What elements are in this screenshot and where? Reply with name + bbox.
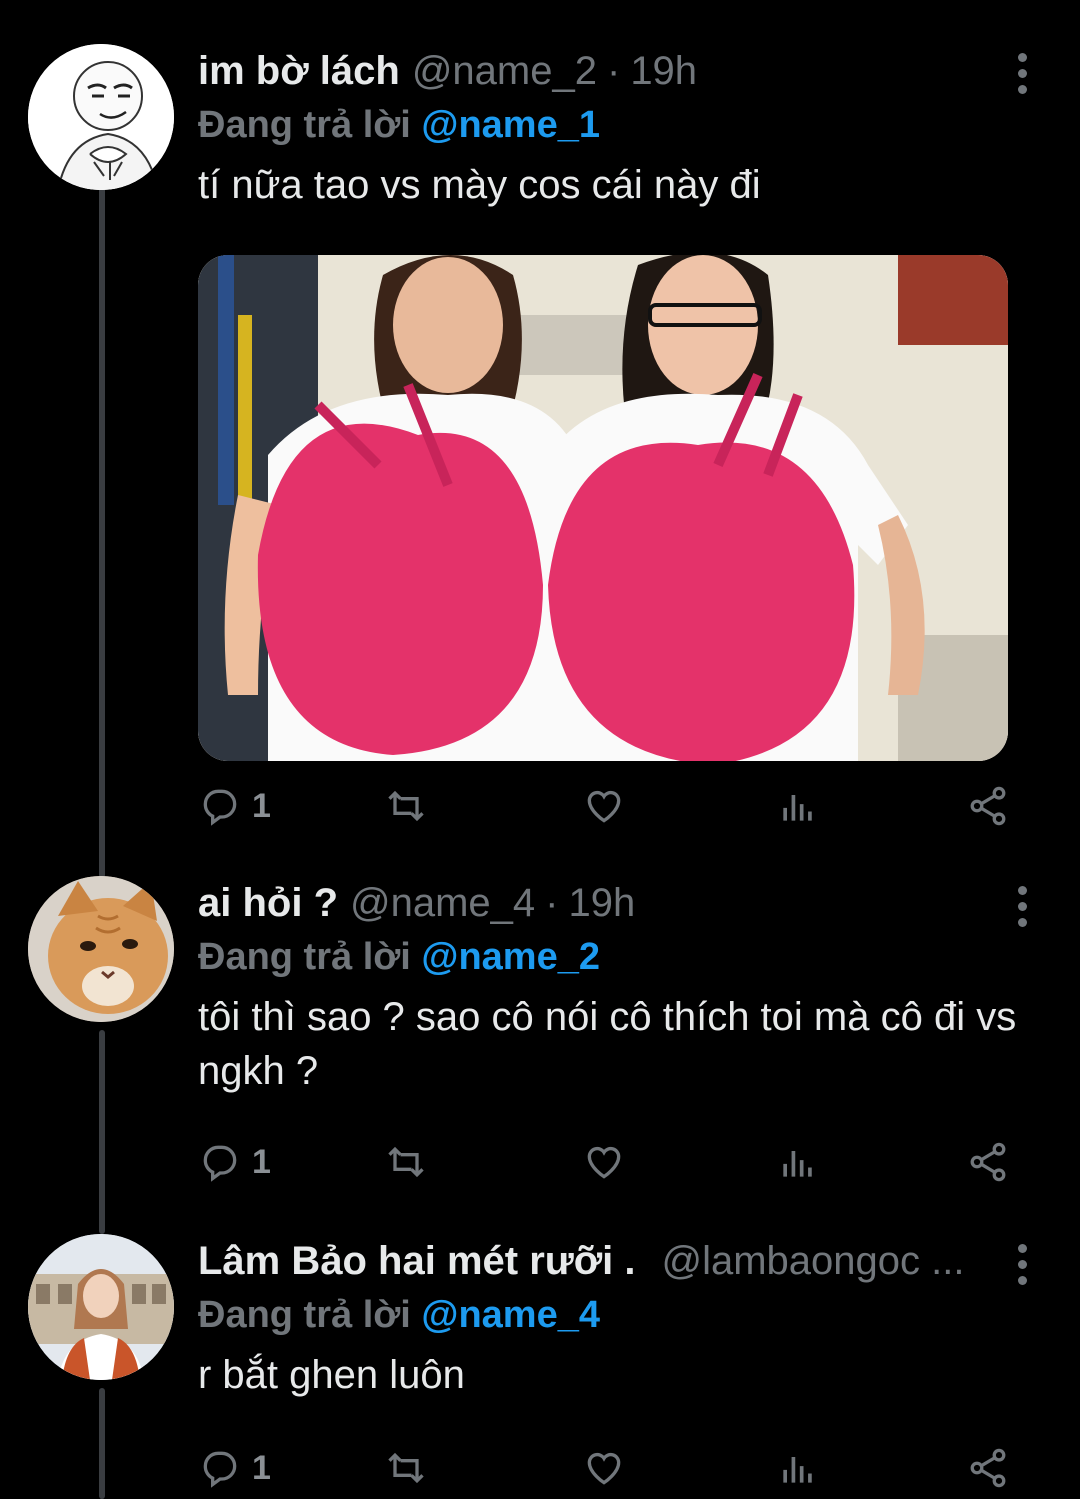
reply-icon (203, 789, 237, 826)
reply-icon (203, 1451, 237, 1488)
user-handle[interactable]: @lambaongoc ... (662, 1234, 965, 1288)
more-options-icon[interactable] (1012, 886, 1032, 927)
analytics-icon (783, 1151, 812, 1177)
retweet-icon (388, 1146, 424, 1178)
tweet-header: Lâm Bảo hai mét rưỡi . @lambaongoc ... (198, 1234, 1080, 1288)
tweet[interactable]: Lâm Bảo hai mét rưỡi . @lambaongoc ... Đ… (0, 1220, 1080, 1499)
replying-to-label: Đang trả lời (198, 104, 411, 146)
replying-to: Đang trả lời @name_2 (198, 930, 1080, 984)
timestamp[interactable]: 19h (568, 876, 635, 930)
retweet-button[interactable] (384, 776, 428, 836)
replying-to-label: Đang trả lời (198, 1294, 411, 1336)
mention-link[interactable]: @name_1 (421, 104, 600, 146)
heart-icon (587, 791, 621, 823)
tweet-header: ai hỏi ? @name_4 · 19h (198, 876, 1080, 930)
like-button[interactable] (582, 1132, 626, 1192)
meme-face-icon (28, 44, 174, 190)
tweet-actions: 1 (198, 1132, 1028, 1192)
share-icon (970, 1448, 1006, 1488)
analytics-icon (783, 1457, 812, 1483)
retweet-button[interactable] (384, 1132, 428, 1192)
more-options-icon[interactable] (1012, 53, 1032, 94)
avatar[interactable] (28, 44, 174, 190)
analytics-button[interactable] (776, 776, 820, 836)
like-button[interactable] (582, 1438, 626, 1498)
retweet-icon (388, 1452, 424, 1484)
photo-illustration (198, 255, 1008, 761)
separator-dot: · (545, 881, 559, 925)
avatar[interactable] (28, 876, 174, 1022)
tweet-text: r bắt ghen luôn (198, 1353, 465, 1397)
reply-count: 1 (252, 1448, 271, 1487)
user-handle[interactable]: @name_2 (412, 44, 597, 98)
cat-face-icon (28, 876, 174, 1022)
tweet-image[interactable] (198, 255, 1008, 761)
display-name[interactable]: ai hỏi ? (198, 876, 338, 930)
reply-count: 1 (252, 1142, 271, 1181)
share-icon (970, 1142, 1006, 1182)
replying-to-label: Đang trả lời (198, 936, 411, 978)
share-button[interactable] (966, 1132, 1010, 1192)
share-button[interactable] (966, 1438, 1010, 1498)
conversation-thread: im bờ lách @name_2 · 19h Đang trả lời @n… (0, 0, 1080, 1499)
tweet-actions: 1 (198, 1438, 1028, 1498)
display-name[interactable]: im bờ lách (198, 44, 400, 98)
tweet-actions: 1 (198, 776, 1028, 836)
analytics-button[interactable] (776, 1132, 820, 1192)
tweet-text: tôi thì sao ? sao cô nói cô thích toi mà… (198, 995, 1017, 1093)
girl-photo-icon (28, 1234, 174, 1380)
reply-button[interactable]: 1 (198, 1132, 271, 1192)
reply-button[interactable]: 1 (198, 1438, 271, 1498)
tweet[interactable]: ai hỏi ? @name_4 · 19h Đang trả lời @nam… (0, 860, 1080, 1220)
tweet-header: im bờ lách @name_2 · 19h (198, 44, 1080, 98)
mention-link[interactable]: @name_4 (421, 1294, 600, 1336)
separator-dot: · (606, 49, 621, 93)
avatar[interactable] (28, 1234, 174, 1380)
timestamp[interactable]: 19h (630, 44, 697, 98)
tweet-text: tí nữa tao vs mày cos cái này đi (198, 163, 761, 207)
share-button[interactable] (966, 776, 1010, 836)
like-button[interactable] (582, 776, 626, 836)
reply-button[interactable]: 1 (198, 776, 271, 836)
replying-to: Đang trả lời @name_4 (198, 1288, 1080, 1342)
retweet-button[interactable] (384, 1438, 428, 1498)
reply-count: 1 (252, 786, 271, 825)
analytics-icon (783, 795, 812, 821)
display-name[interactable]: Lâm Bảo hai mét rưỡi . (198, 1234, 636, 1288)
tweet[interactable]: im bờ lách @name_2 · 19h Đang trả lời @n… (0, 0, 1080, 860)
share-icon (970, 786, 1006, 826)
mention-link[interactable]: @name_2 (421, 936, 600, 978)
retweet-icon (388, 790, 424, 822)
reply-icon (203, 1145, 237, 1182)
replying-to: Đang trả lời @name_1 (198, 98, 1080, 152)
heart-icon (587, 1453, 621, 1485)
heart-icon (587, 1147, 621, 1179)
more-options-icon[interactable] (1012, 1244, 1032, 1285)
user-handle[interactable]: @name_4 (350, 876, 535, 930)
analytics-button[interactable] (776, 1438, 820, 1498)
